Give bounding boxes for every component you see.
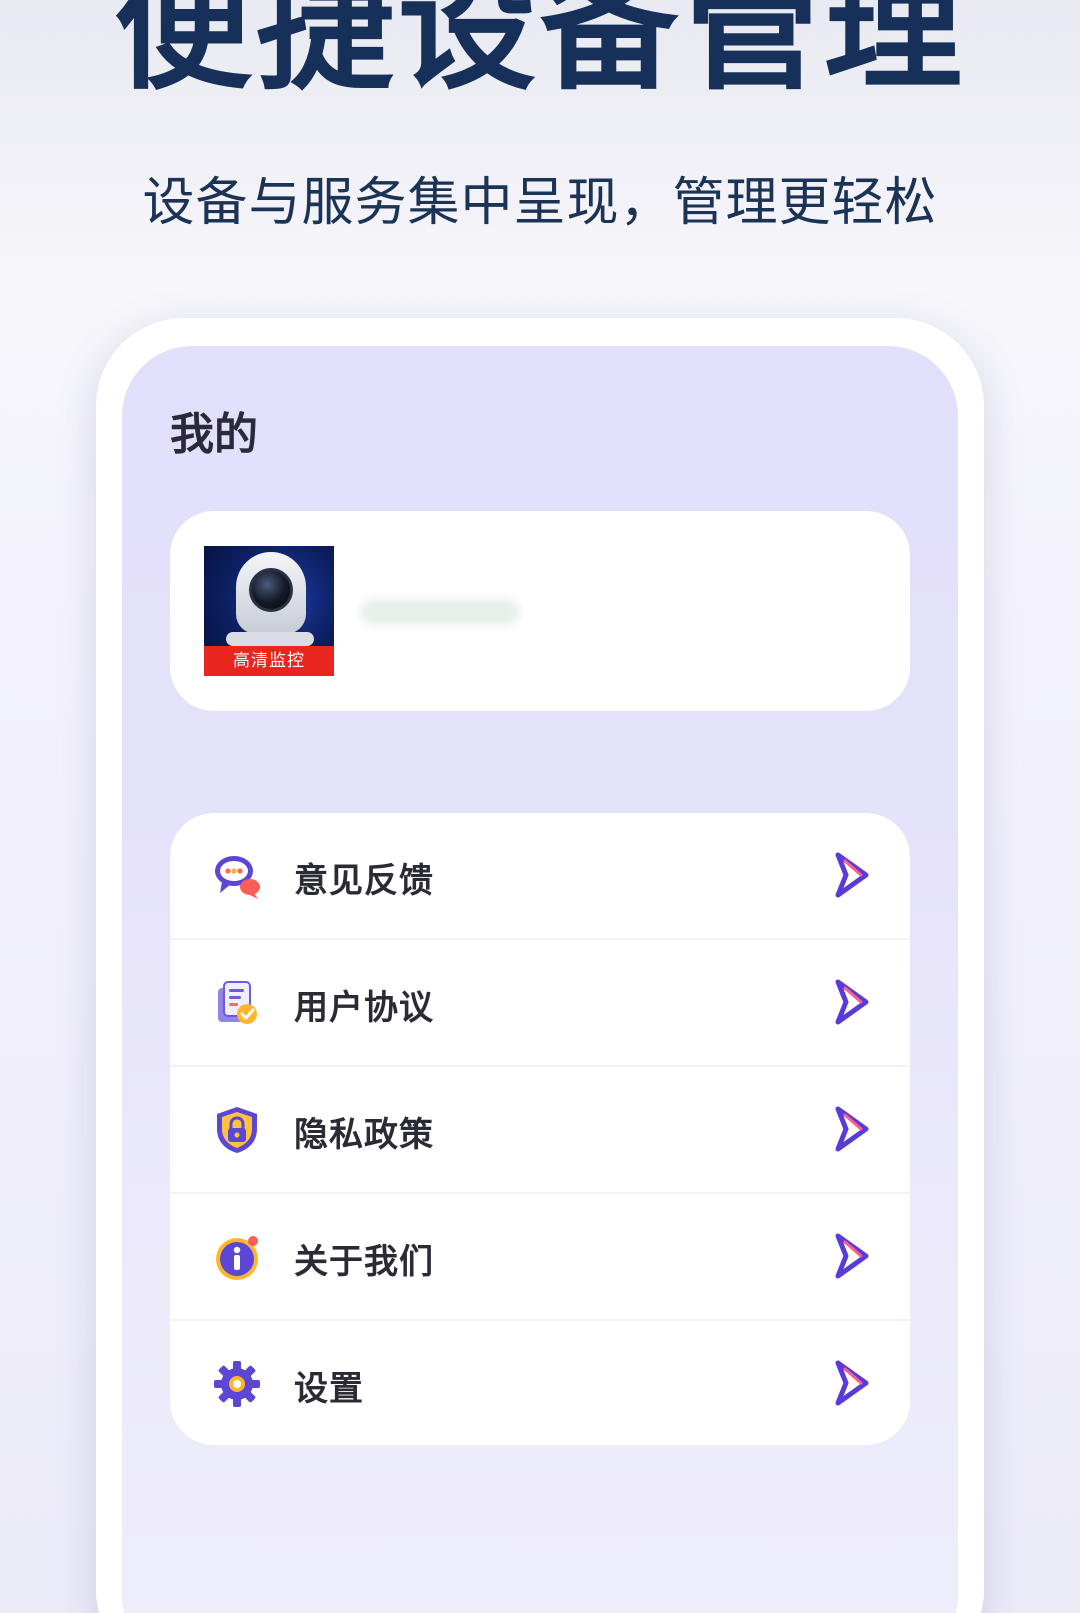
menu-item-label: 用户协议 <box>294 988 434 1028</box>
chevron-right-icon <box>835 1360 869 1406</box>
shield-lock-icon <box>217 1107 257 1153</box>
menu-item-label: 隐私政策 <box>294 1115 434 1155</box>
gear-icon <box>214 1361 260 1407</box>
menu-item-privacy-policy[interactable]: 隐私政策 <box>170 1067 910 1194</box>
feedback-chat-icon <box>215 856 260 899</box>
chevron-right-icon <box>835 852 869 898</box>
camera-body <box>236 552 306 634</box>
headline: 便捷设备管理 <box>113 0 966 109</box>
username-blurred <box>360 599 520 625</box>
profile-card[interactable]: 高清监控 <box>170 511 910 711</box>
info-icon <box>216 1236 258 1280</box>
menu-item-label: 意见反馈 <box>294 861 434 901</box>
app-avatar-camera-icon[interactable]: 高清监控 <box>204 546 334 676</box>
subheadline: 设备与服务集中呈现，管理更轻松 <box>142 173 938 233</box>
chevron-right-icon <box>835 1233 869 1279</box>
menu-item-settings[interactable]: 设置 <box>170 1321 910 1445</box>
menu-item-feedback[interactable]: 意见反馈 <box>170 813 910 940</box>
camera-base <box>226 632 314 646</box>
menu-item-about-us[interactable]: 关于我们 <box>170 1194 910 1321</box>
app-badge-label: 高清监控 <box>204 646 334 676</box>
chevron-right-icon <box>835 979 869 1025</box>
page-title: 我的 <box>170 409 258 460</box>
menu-item-user-agreement[interactable]: 用户协议 <box>170 940 910 1067</box>
menu-item-label: 关于我们 <box>294 1242 434 1282</box>
chevron-right-icon <box>835 1106 869 1152</box>
document-check-icon <box>218 981 257 1024</box>
menu-list: 意见反馈 用户协议 隐私政策 关于我们 设置 <box>170 813 910 1445</box>
camera-lens <box>249 568 293 612</box>
menu-item-label: 设置 <box>294 1369 364 1409</box>
